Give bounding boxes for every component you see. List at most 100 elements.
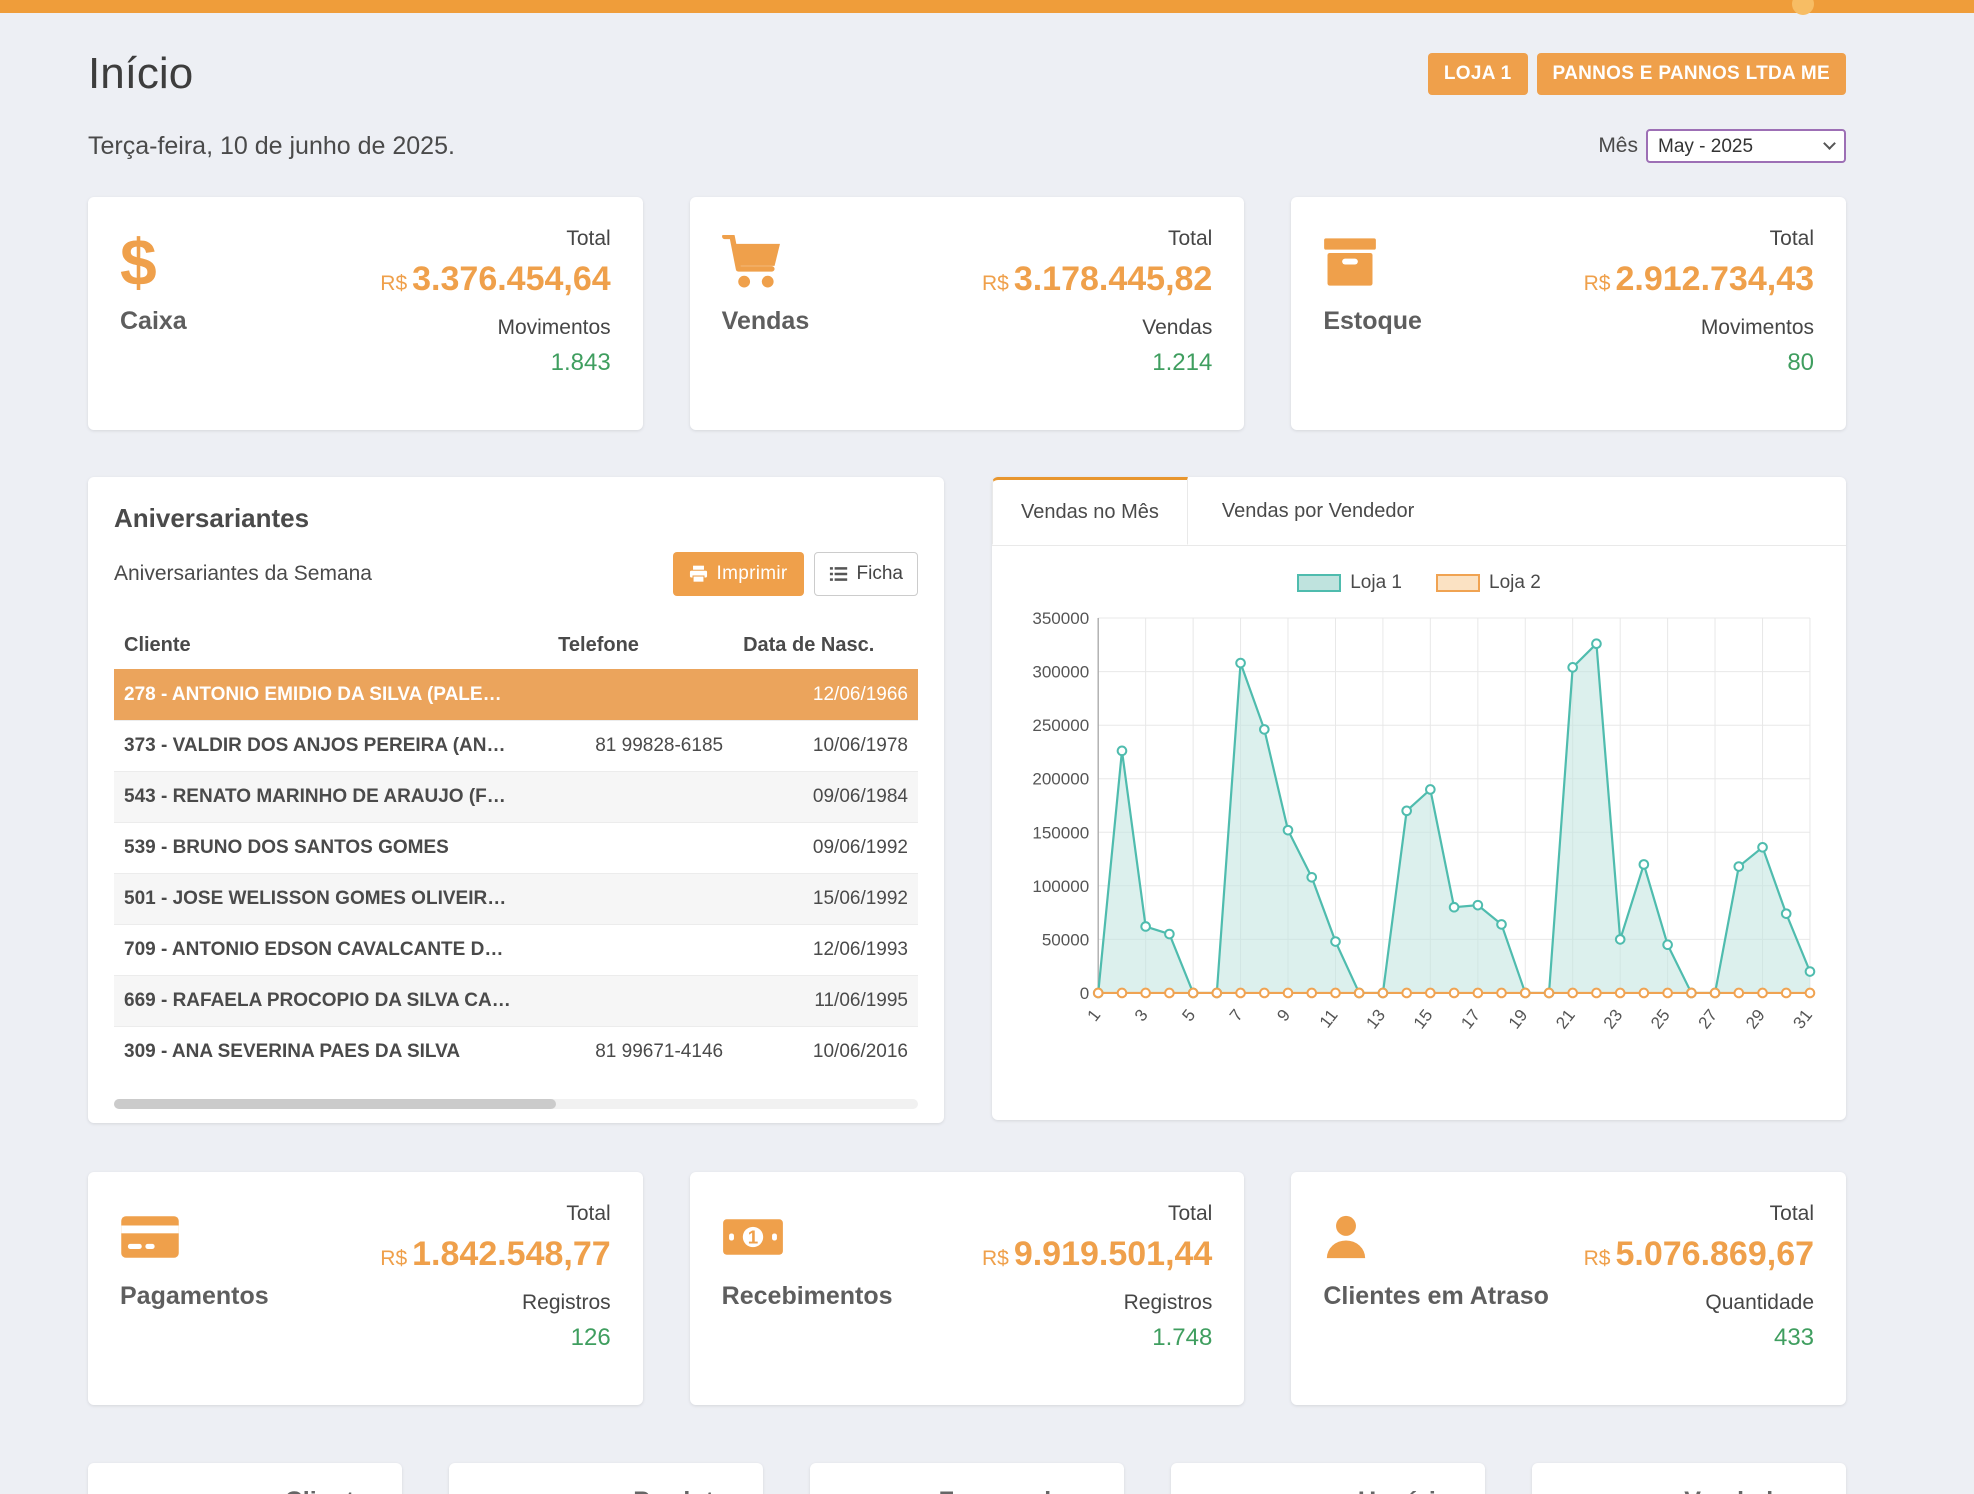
birthdays-subtitle: Aniversariantes da Semana [114,562,372,586]
legend-swatch [1436,574,1480,592]
birthdays-subrow: Aniversariantes da Semana Imprimir [114,552,918,596]
dashboard-page: Início LOJA 1 PANNOS E PANNOS LTDA ME Te… [88,49,1846,1494]
table-row[interactable]: 309 - ANA SEVERINA PAES DA SILVA81 99671… [114,1027,918,1078]
currency-prefix: R$ [982,1247,1009,1270]
count-label: Registros [380,1291,610,1315]
count-label: Registros [982,1291,1212,1315]
birthdays-title: Aniversariantes [114,503,918,534]
column-header-cliente[interactable]: Cliente [114,622,548,670]
credit-card-icon [120,1214,180,1260]
count-value: 1.843 [380,349,610,377]
cart-icon [722,235,782,289]
stat-right: Total R$3.178.445,82 Vendas 1.214 [982,227,1212,400]
ficha-button-label: Ficha [857,563,903,585]
footer-card-fornecedores[interactable]: Fornecedores [810,1463,1124,1494]
footer-card-produtos[interactable]: Produtos [449,1463,763,1494]
phone-cell: 81 99671-4146 [548,1027,733,1078]
client-cell: 309 - ANA SEVERINA PAES DA SILVA [114,1027,548,1078]
count-label: Quantidade [1584,1291,1814,1315]
total-label: Total [380,227,610,251]
total-label: Total [982,227,1212,251]
middle-row: Aniversariantes Aniversariantes da Seman… [88,477,1846,1123]
birthdays-panel: Aniversariantes Aniversariantes da Seman… [88,477,944,1123]
stat-card-clientes-em-atraso: Clientes em Atraso Total R$5.076.869,67 … [1291,1172,1846,1405]
currency-prefix: R$ [1584,272,1611,295]
footer-card-vendedores[interactable]: Vendedores [1532,1463,1846,1494]
scrollbar-thumb[interactable] [114,1099,556,1109]
phone-cell [548,925,733,976]
stat-right: Total R$3.376.454,64 Movimentos 1.843 [380,227,610,400]
svg-text:1: 1 [1084,1006,1105,1025]
horizontal-scrollbar[interactable] [114,1099,918,1109]
svg-text:150000: 150000 [1032,823,1089,842]
amount: 5.076.869,67 [1615,1235,1814,1273]
total-label: Total [380,1202,610,1226]
amount: 3.178.445,82 [1014,260,1213,298]
stat-card-vendas: Vendas Total R$3.178.445,82 Vendas 1.214 [690,197,1245,430]
phone-cell [548,670,733,721]
birthdate-cell: 10/06/1978 [733,721,918,772]
amount: 3.376.454,64 [412,260,611,298]
column-header-telefone[interactable]: Telefone [548,622,733,670]
stat-card-title: Clientes em Atraso [1323,1282,1549,1311]
stat-right: Total R$2.912.734,43 Movimentos 80 [1584,227,1814,400]
stat-right: Total R$9.919.501,44 Registros 1.748 [982,1202,1212,1375]
client-cell: 501 - JOSE WELISSON GOMES OLIVEIR… [114,874,548,925]
count-value: 1.748 [982,1324,1212,1352]
birthdays-tbody: 278 - ANTONIO EMIDIO DA SILVA (PALE… 12/0… [114,670,918,1078]
footer-card-title: Produtos [469,1487,743,1494]
table-row[interactable]: 501 - JOSE WELISSON GOMES OLIVEIR…15/06/… [114,874,918,925]
month-select[interactable]: May - 2025 [1646,129,1846,163]
store-button[interactable]: LOJA 1 [1428,53,1528,95]
footer-card-usuarios[interactable]: Usuários [1171,1463,1485,1494]
column-header-data-nasc[interactable]: Data de Nasc. [733,622,918,670]
svg-text:23: 23 [1600,1006,1627,1033]
svg-text:350000: 350000 [1032,609,1089,628]
stat-left: Clientes em Atraso [1323,1202,1549,1375]
table-row[interactable]: 709 - ANTONIO EDSON CAVALCANTE D…12/06/1… [114,925,918,976]
page-title: Início [88,49,193,99]
company-button[interactable]: PANNOS E PANNOS LTDA ME [1537,53,1846,95]
topbar [0,0,1974,13]
currency-prefix: R$ [380,272,407,295]
legend-item[interactable]: Loja 2 [1436,572,1541,594]
legend-item[interactable]: Loja 1 [1297,572,1402,594]
stat-left: Vendas [722,227,810,400]
table-row[interactable]: 543 - RENATO MARINHO DE ARAUJO (F…09/06/… [114,772,918,823]
client-cell: 278 - ANTONIO EMIDIO DA SILVA (PALE… [114,670,548,721]
tab-vendas-no-mes[interactable]: Vendas no Mês [992,477,1188,545]
tab-vendas-por-vendedor[interactable]: Vendas por Vendedor [1188,477,1448,545]
svg-text:100000: 100000 [1032,877,1089,896]
currency-prefix: R$ [1584,1247,1611,1270]
stat-card-recebimentos: 1 Recebimentos Total R$9.919.501,44 Regi… [690,1172,1245,1405]
ficha-button[interactable]: Ficha [814,552,918,596]
page-header: Início LOJA 1 PANNOS E PANNOS LTDA ME [88,49,1846,99]
print-button[interactable]: Imprimir [673,552,804,596]
footer-card-title: Fornecedores [830,1487,1104,1494]
svg-text:17: 17 [1457,1006,1484,1033]
birthdate-cell: 12/06/1993 [733,925,918,976]
count-value: 1.214 [982,349,1212,377]
sales-chart-body: Loja 1Loja 2 050000100000150000200000250… [992,546,1846,1081]
table-row[interactable]: 373 - VALDIR DOS ANJOS PEREIRA (AN…81 99… [114,721,918,772]
topbar-badge[interactable] [1792,0,1814,15]
birthdate-cell: 11/06/1995 [733,976,918,1027]
table-row[interactable]: 669 - RAFAELA PROCOPIO DA SILVA CA…11/06… [114,976,918,1027]
total-value: R$2.912.734,43 [1584,260,1814,299]
printer-icon [689,565,708,583]
chart-legend: Loja 1 Loja 2 [1012,572,1826,594]
client-cell: 543 - RENATO MARINHO DE ARAUJO (F… [114,772,548,823]
month-select-wrap: May - 2025 [1646,129,1846,163]
table-row[interactable]: 539 - BRUNO DOS SANTOS GOMES09/06/1992 [114,823,918,874]
stat-left: Estoque [1323,227,1422,400]
svg-text:19: 19 [1505,1006,1532,1033]
birthdate-cell: 10/06/2016 [733,1027,918,1078]
phone-cell: 81 99828-6185 [548,721,733,772]
table-row[interactable]: 278 - ANTONIO EMIDIO DA SILVA (PALE…12/0… [114,670,918,721]
footer-card-clientes[interactable]: Clientes [88,1463,402,1494]
stat-card-title: Vendas [722,307,810,336]
legend-label: Loja 1 [1350,572,1402,594]
stat-icon [1323,1208,1369,1266]
svg-text:1: 1 [747,1227,757,1248]
phone-cell [548,772,733,823]
